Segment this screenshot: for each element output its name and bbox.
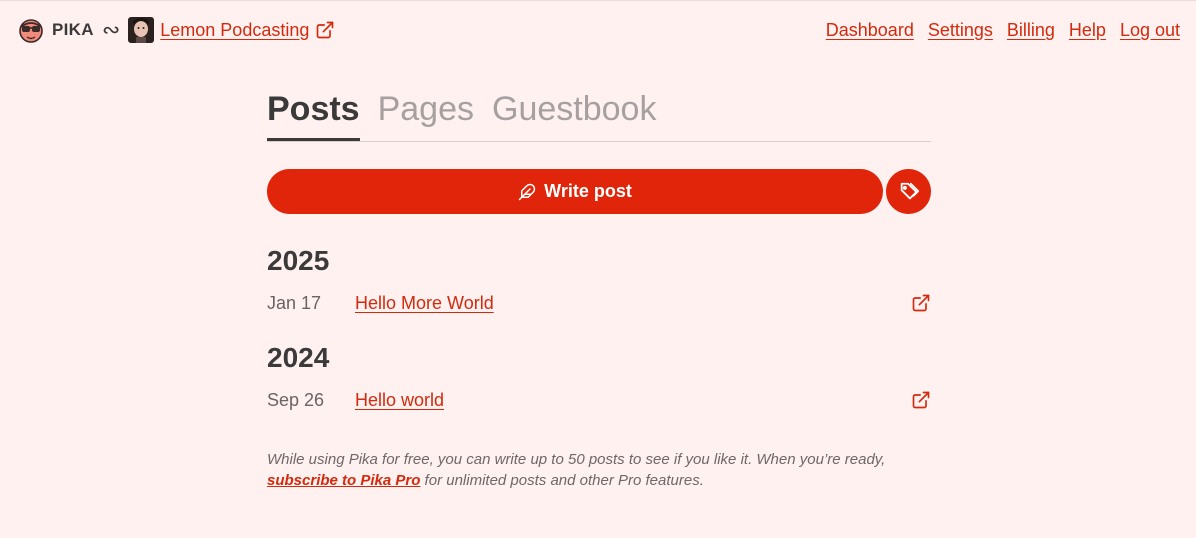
post-title-link[interactable]: Hello More World bbox=[355, 293, 909, 314]
top-nav: Dashboard Settings Billing Help Log out bbox=[826, 20, 1180, 41]
year-heading-2024: 2024 bbox=[267, 342, 330, 373]
note-text-after: for unlimited posts and other Pro featur… bbox=[420, 472, 704, 489]
post-row: Jan 17 Hello More World bbox=[267, 288, 931, 318]
nav-log-out[interactable]: Log out bbox=[1120, 20, 1180, 41]
tab-guestbook[interactable]: Guestbook bbox=[492, 87, 656, 138]
tab-pages[interactable]: Pages bbox=[378, 87, 474, 138]
brand-name[interactable]: PIKA bbox=[52, 20, 94, 40]
nav-settings[interactable]: Settings bbox=[928, 20, 993, 41]
external-link-icon bbox=[912, 294, 930, 312]
post-date: Jan 17 bbox=[267, 292, 322, 313]
tags-icon bbox=[900, 182, 919, 199]
tab-posts[interactable]: Posts bbox=[267, 87, 360, 141]
nav-dashboard[interactable]: Dashboard bbox=[826, 20, 914, 41]
post-title-link[interactable]: Hello world bbox=[355, 390, 909, 411]
post-row: Sep 26 Hello world bbox=[267, 385, 931, 415]
post-actions: Write post bbox=[267, 169, 931, 214]
post-external-link[interactable] bbox=[909, 292, 931, 314]
post-date: Sep 26 bbox=[267, 389, 325, 410]
external-link-icon bbox=[912, 391, 930, 409]
brand-separator: ∾ bbox=[101, 17, 121, 42]
subscribe-pro-link[interactable]: subscribe to Pika Pro bbox=[267, 472, 420, 489]
brand: PIKA ∾ Lemon Podcasting bbox=[16, 15, 335, 45]
top-bar: PIKA ∾ Lemon Podcasting Dashboard Settin… bbox=[16, 14, 1180, 46]
pika-logo-icon[interactable] bbox=[16, 15, 46, 45]
site-name: Lemon Podcasting bbox=[160, 19, 310, 40]
write-post-button[interactable]: Write post bbox=[267, 169, 883, 214]
tags-button[interactable] bbox=[886, 169, 931, 214]
external-link-icon bbox=[317, 21, 334, 39]
site-link[interactable]: Lemon Podcasting bbox=[160, 20, 335, 41]
note-text-before: While using Pika for free, you can write… bbox=[267, 451, 886, 468]
nav-help[interactable]: Help bbox=[1069, 20, 1106, 41]
content-tabs: Posts Pages Guestbook bbox=[267, 87, 931, 142]
write-post-label: Write post bbox=[544, 181, 632, 201]
year-heading-2025: 2025 bbox=[267, 245, 330, 276]
feather-icon bbox=[518, 183, 536, 200]
main-content: Posts Pages Guestbook Write post 2025 Ja… bbox=[267, 87, 931, 506]
free-plan-note: While using Pika for free, you can write… bbox=[267, 449, 931, 491]
post-external-link[interactable] bbox=[909, 389, 931, 411]
avatar bbox=[128, 17, 155, 43]
nav-billing[interactable]: Billing bbox=[1007, 20, 1055, 41]
